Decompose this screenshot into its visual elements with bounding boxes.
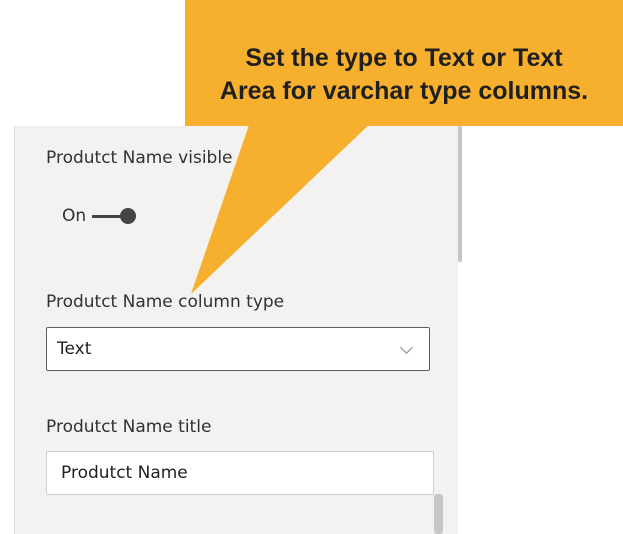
instruction-callout: Set the type to Text or Text Area for va… bbox=[185, 0, 623, 126]
column-type-label: Produtct Name column type bbox=[46, 292, 285, 312]
screenshot-stage: Produtct Name visible On Produtct Name c… bbox=[0, 0, 623, 534]
scrollbar-top[interactable] bbox=[458, 126, 462, 262]
visible-label: Produtct Name visible bbox=[46, 148, 233, 168]
column-type-select[interactable]: Text bbox=[46, 327, 430, 371]
pane-divider bbox=[14, 126, 15, 534]
toggle-knob[interactable] bbox=[120, 208, 137, 224]
scrollbar-bottom[interactable] bbox=[434, 494, 443, 534]
visible-toggle[interactable]: On bbox=[62, 204, 137, 228]
title-input[interactable] bbox=[46, 451, 434, 495]
callout-line-2: Area for varchar type columns. bbox=[219, 77, 589, 105]
callout-line-1: Set the type to Text or Text bbox=[245, 44, 563, 72]
column-type-value: Text bbox=[57, 339, 92, 359]
title-label: Produtct Name title bbox=[46, 417, 212, 437]
toggle-state-label: On bbox=[62, 206, 87, 226]
toggle-track[interactable] bbox=[92, 214, 123, 218]
chevron-down-icon[interactable] bbox=[400, 341, 413, 354]
